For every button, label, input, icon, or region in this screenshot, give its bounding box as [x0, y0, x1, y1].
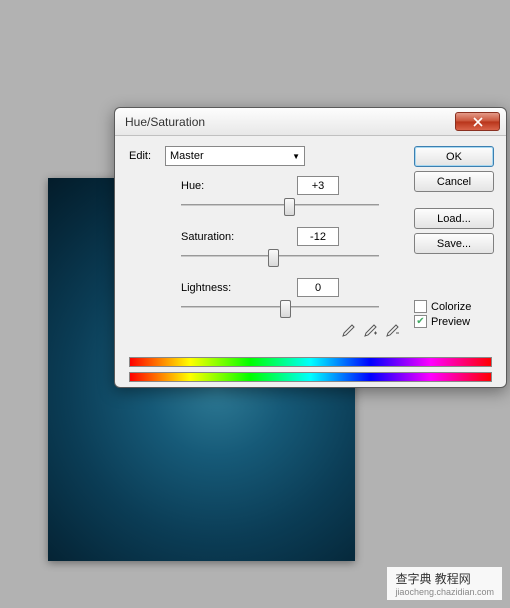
eyedropper-button[interactable]: [340, 323, 356, 339]
edit-label: Edit:: [129, 150, 159, 162]
colorize-label: Colorize: [431, 301, 471, 313]
watermark-url: jiaocheng.chazidian.com: [395, 587, 494, 597]
saturation-param: Saturation:: [181, 227, 414, 264]
hue-saturation-dialog: Hue/Saturation Edit: Master ▼ Hue:: [114, 107, 507, 388]
load-button[interactable]: Load...: [414, 208, 494, 229]
saturation-input[interactable]: [297, 227, 339, 246]
hue-param: Hue:: [181, 176, 414, 213]
slider-thumb[interactable]: [284, 198, 295, 216]
eyedropper-icon: [341, 324, 355, 338]
hue-slider[interactable]: [181, 197, 379, 213]
ok-button[interactable]: OK: [414, 146, 494, 167]
slider-track: [181, 204, 379, 206]
save-button[interactable]: Save...: [414, 233, 494, 254]
close-icon: [473, 117, 483, 127]
edit-value: Master: [170, 150, 204, 162]
watermark: 查字典 教程网 jiaocheng.chazidian.com: [387, 567, 502, 600]
spacer: [414, 196, 494, 204]
slider-thumb[interactable]: [268, 249, 279, 267]
colorize-checkbox[interactable]: [414, 300, 427, 313]
slider-track: [181, 255, 379, 257]
preview-label: Preview: [431, 316, 470, 328]
output-gradient: [129, 372, 492, 382]
lightness-param: Lightness:: [181, 278, 414, 315]
lightness-input[interactable]: [297, 278, 339, 297]
edit-dropdown[interactable]: Master ▼: [165, 146, 305, 166]
input-gradient: [129, 357, 492, 367]
lightness-slider[interactable]: [181, 299, 379, 315]
eyedropper-add-button[interactable]: [362, 323, 378, 339]
eyedropper-minus-icon: [385, 324, 399, 338]
colorize-row: Colorize: [414, 300, 494, 313]
slider-thumb[interactable]: [280, 300, 291, 318]
checkbox-group: Colorize ✔ Preview: [414, 300, 494, 330]
preview-row: ✔ Preview: [414, 315, 494, 328]
hue-label: Hue:: [181, 180, 297, 192]
watermark-text: 查字典 教程网: [395, 570, 494, 587]
hue-input[interactable]: [297, 176, 339, 195]
titlebar[interactable]: Hue/Saturation: [115, 108, 506, 136]
saturation-label: Saturation:: [181, 231, 297, 243]
chevron-down-icon: ▼: [292, 152, 300, 161]
left-panel: Edit: Master ▼ Hue: Saturation:: [129, 146, 414, 339]
gradient-bars: [129, 357, 492, 382]
eyedropper-plus-icon: [363, 324, 377, 338]
saturation-slider[interactable]: [181, 248, 379, 264]
eyedropper-subtract-button[interactable]: [384, 323, 400, 339]
dialog-title: Hue/Saturation: [125, 115, 205, 129]
edit-row: Edit: Master ▼: [129, 146, 414, 166]
preview-checkbox[interactable]: ✔: [414, 315, 427, 328]
dialog-body: Edit: Master ▼ Hue: Saturation:: [115, 136, 506, 349]
close-button[interactable]: [455, 112, 500, 131]
lightness-label: Lightness:: [181, 282, 297, 294]
eyedropper-group: [129, 323, 400, 339]
right-panel: OK Cancel Load... Save... Colorize ✔ Pre…: [414, 146, 494, 339]
cancel-button[interactable]: Cancel: [414, 171, 494, 192]
